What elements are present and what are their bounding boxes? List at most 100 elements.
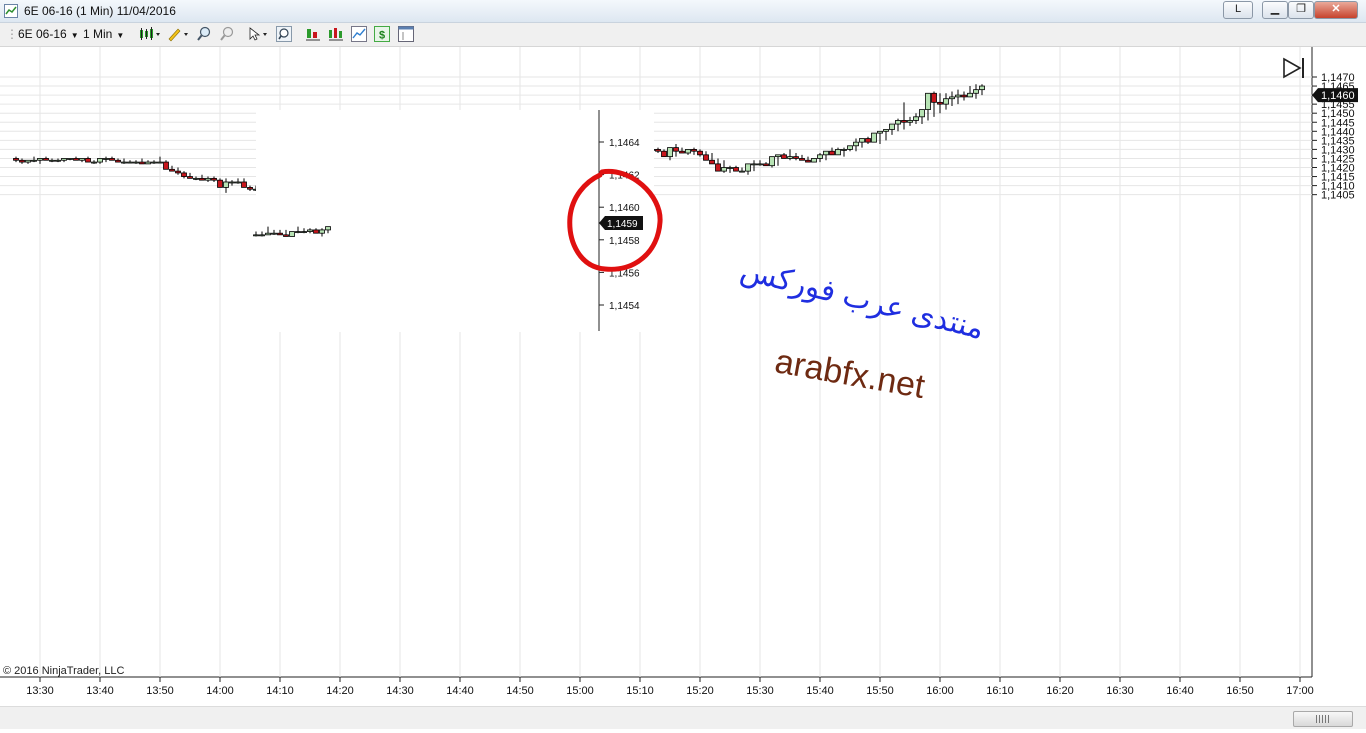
time-axis-label: 13:30 [26,685,54,697]
watermark-site-text: arabfx.net [772,342,928,406]
candle-body [181,172,187,177]
candle-body [229,181,235,184]
candle-body [703,154,709,161]
candle-body [793,156,799,159]
candle-body [655,149,661,152]
candle-body [751,163,757,166]
inset-axis-label: 1,1460 [609,203,640,214]
candle-body [967,92,973,98]
time-axis-label: 16:00 [926,685,954,697]
candle-body [775,154,781,158]
candle-body [133,161,139,164]
time-axis-label: 14:00 [206,685,234,697]
candle-body [127,161,133,164]
candle-body [115,159,121,163]
time-axis-label: 14:50 [506,685,534,697]
candle-body [85,158,91,163]
candle-body [163,161,169,170]
inset-candle-body [259,234,265,237]
candle-body [835,149,841,156]
candle-body [859,138,865,143]
candle-body [217,179,223,188]
candle-body [169,168,175,172]
chart-toolbar: ⋮ 6E 06-16 ▼ 1 Min ▼ $ [0,23,1366,47]
candle-body [925,92,931,110]
dollar-icon[interactable]: $ [374,26,390,42]
data-series-icon[interactable] [351,26,367,42]
inset-axis-label: 1,1464 [609,138,640,149]
candle-body [19,159,25,163]
scroll-to-end-icon[interactable] [1282,57,1306,79]
zoom-in-icon[interactable] [196,26,212,42]
horizontal-scrollbar[interactable] [0,706,1366,729]
candle-body [205,177,211,181]
time-axis-label: 14:10 [266,685,294,697]
instrument-selector[interactable]: 6E 06-16 ▼ [18,26,79,42]
candle-body [787,156,793,159]
time-axis-label: 15:10 [626,685,654,697]
candle-body [955,94,961,98]
candle-body [43,158,49,161]
zoom-out-icon[interactable] [219,26,235,42]
candle-body [823,150,829,156]
candle-body [907,120,913,123]
candle-body [895,120,901,125]
candle-body [805,159,811,163]
candle-body [61,158,67,161]
candle-body [157,161,163,164]
candle-body [187,176,193,179]
chart-style-icon[interactable] [138,26,162,42]
candle-body [697,150,703,156]
inset-candle-body [271,232,277,235]
inset-candle-body [253,234,259,237]
interval-selector[interactable]: 1 Min ▼ [83,26,124,42]
candle-body [31,159,37,162]
chart-area[interactable]: 1,14701,14651,14601,14551,14501,14451,14… [0,47,1366,728]
inset-candle-body [319,229,325,234]
interval-label: 1 Min [83,27,113,41]
restore-button[interactable]: ❐ [1288,1,1314,19]
inset-marker-label: 1,1459 [607,219,638,230]
strategies-icon[interactable] [328,26,344,42]
drawing-tool-icon[interactable] [166,26,190,42]
candle-body [901,120,907,123]
inset-candle-body [277,232,283,236]
candle-body [931,92,937,103]
time-axis-label: 13:50 [146,685,174,697]
candle-body [943,98,949,105]
minimize-button[interactable]: ▁ [1262,1,1288,19]
indicators-icon[interactable] [305,26,321,42]
candle-body [25,159,31,163]
scrollbar-thumb[interactable] [1293,711,1353,727]
candle-body [49,159,55,162]
candle-body [919,109,925,118]
candle-body [853,141,859,147]
candle-body [913,116,919,121]
link-button[interactable]: L [1223,1,1253,19]
candle-body [871,132,877,143]
time-axis-label: 13:40 [86,685,114,697]
svg-text:$: $ [379,30,385,42]
time-axis-label: 16:30 [1106,685,1134,697]
properties-icon[interactable] [398,26,414,42]
close-button[interactable]: ✕ [1314,1,1358,19]
candle-body [109,158,115,161]
candle-body [223,181,229,188]
window-title: 6E 06-16 (1 Min) 11/04/2016 [24,4,176,18]
magnifier-icon[interactable] [276,26,292,42]
toolbar-grip[interactable]: ⋮ [6,26,18,42]
price-chart[interactable]: 1,14701,14651,14601,14551,14501,14451,14… [0,47,1366,728]
time-axis-label: 17:00 [1286,685,1314,697]
price-axis-label: 1,1405 [1321,190,1355,202]
candle-body [727,167,733,169]
candle-body [745,163,751,172]
inset-candle-body [265,232,271,236]
candle-body [715,163,721,172]
candle-body [235,181,241,184]
candle-body [91,161,97,164]
candle-body [247,187,253,190]
inset-axis-label: 1,1454 [609,301,640,312]
pointer-icon[interactable] [247,26,271,42]
candle-body [811,158,817,163]
candle-body [709,159,715,165]
